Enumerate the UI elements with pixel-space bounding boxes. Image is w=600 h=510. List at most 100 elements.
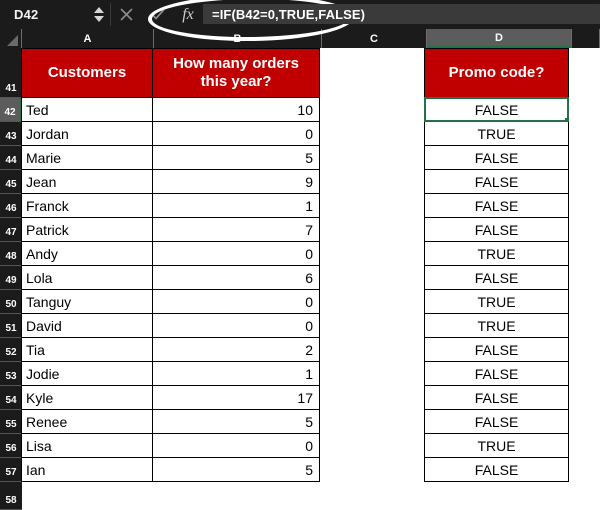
cell-b54[interactable]: 17 — [152, 385, 320, 410]
row-header-57[interactable]: 57 — [0, 458, 22, 482]
column-header-d[interactable]: D — [427, 29, 572, 48]
cell-e49[interactable] — [569, 266, 600, 290]
cell-b55[interactable]: 5 — [152, 409, 320, 434]
cell-d57[interactable]: FALSE — [424, 457, 569, 482]
cell-d44[interactable]: FALSE — [424, 145, 569, 170]
cell-e53[interactable] — [569, 362, 600, 386]
cell-c49[interactable] — [320, 266, 425, 290]
cell-b42[interactable]: 10 — [152, 97, 320, 122]
cell-b45[interactable]: 9 — [152, 169, 320, 194]
cell-b50[interactable]: 0 — [152, 289, 320, 314]
cell-b53[interactable]: 1 — [152, 361, 320, 386]
name-box[interactable]: D42 — [0, 0, 88, 29]
row-header-45[interactable]: 45 — [0, 170, 22, 194]
cell-c44[interactable] — [320, 146, 425, 170]
cell-d51[interactable]: TRUE — [424, 313, 569, 338]
cell-c47[interactable] — [320, 218, 425, 242]
cell-a44[interactable]: Marie — [21, 145, 153, 170]
cell-c55[interactable] — [320, 410, 425, 434]
row-header-55[interactable]: 55 — [0, 410, 22, 434]
row-header-41[interactable]: 41 — [0, 48, 22, 98]
cell-b48[interactable]: 0 — [152, 241, 320, 266]
cell-e50[interactable] — [569, 290, 600, 314]
column-header-b[interactable]: B — [154, 29, 322, 48]
row-header-46[interactable]: 46 — [0, 194, 22, 218]
trailing-cell-c[interactable] — [322, 482, 427, 510]
cancel-formula-button[interactable] — [111, 0, 142, 29]
column-header-a[interactable]: A — [22, 29, 154, 48]
cell-e55[interactable] — [569, 410, 600, 434]
cell-a48[interactable]: Andy — [21, 241, 153, 266]
cell-d50[interactable]: TRUE — [424, 289, 569, 314]
select-all-corner-button[interactable] — [0, 29, 22, 48]
trailing-cell-d[interactable] — [427, 482, 572, 510]
cell-a43[interactable]: Jordan — [21, 121, 153, 146]
cell-e51[interactable] — [569, 314, 600, 338]
fill-handle[interactable] — [564, 117, 567, 120]
cell-d43[interactable]: TRUE — [424, 121, 569, 146]
row-header-52[interactable]: 52 — [0, 338, 22, 362]
cell-b49[interactable]: 6 — [152, 265, 320, 290]
column-header-e[interactable] — [572, 29, 600, 48]
cell-a54[interactable]: Kyle — [21, 385, 153, 410]
cell-a50[interactable]: Tanguy — [21, 289, 153, 314]
row-header-48[interactable]: 48 — [0, 242, 22, 266]
cell-d52[interactable]: FALSE — [424, 337, 569, 362]
cell-d54[interactable]: FALSE — [424, 385, 569, 410]
cell-c48[interactable] — [320, 242, 425, 266]
cell-a49[interactable]: Lola — [21, 265, 153, 290]
insert-function-icon[interactable]: fx — [173, 0, 203, 29]
row-header-49[interactable]: 49 — [0, 266, 22, 290]
row-header-47[interactable]: 47 — [0, 218, 22, 242]
row-header-42[interactable]: 42 — [0, 98, 22, 122]
cell-a56[interactable]: Lisa — [21, 433, 153, 458]
cell-b44[interactable]: 5 — [152, 145, 320, 170]
row-header-51[interactable]: 51 — [0, 314, 22, 338]
trailing-cell-b[interactable] — [154, 482, 322, 510]
cell-c53[interactable] — [320, 362, 425, 386]
spinner-down-icon[interactable] — [94, 16, 104, 22]
cell-e54[interactable] — [569, 386, 600, 410]
row-header-56[interactable]: 56 — [0, 434, 22, 458]
cell-a52[interactable]: Tia — [21, 337, 153, 362]
cell-c46[interactable] — [320, 194, 425, 218]
cell-e56[interactable] — [569, 434, 600, 458]
cell-a46[interactable]: Franck — [21, 193, 153, 218]
cell-a45[interactable]: Jean — [21, 169, 153, 194]
cell-a47[interactable]: Patrick — [21, 217, 153, 242]
cell-e48[interactable] — [569, 242, 600, 266]
cell-e52[interactable] — [569, 338, 600, 362]
cell-c45[interactable] — [320, 170, 425, 194]
cell-c42[interactable] — [320, 98, 425, 122]
trailing-cell-e[interactable] — [572, 482, 600, 510]
cell-d46[interactable]: FALSE — [424, 193, 569, 218]
cell-e43[interactable] — [569, 122, 600, 146]
cell-d48[interactable]: TRUE — [424, 241, 569, 266]
cell-d55[interactable]: FALSE — [424, 409, 569, 434]
formula-input[interactable]: =IF(B42=0,TRUE,FALSE) — [203, 4, 600, 24]
cell-b56[interactable]: 0 — [152, 433, 320, 458]
cell-b52[interactable]: 2 — [152, 337, 320, 362]
cell-d56[interactable]: TRUE — [424, 433, 569, 458]
cell-c43[interactable] — [320, 122, 425, 146]
spinner-up-icon[interactable] — [94, 7, 104, 13]
name-box-spinner[interactable] — [88, 0, 110, 29]
cell-a42[interactable]: Ted — [21, 97, 153, 122]
row-header-44[interactable]: 44 — [0, 146, 22, 170]
cell-e44[interactable] — [569, 146, 600, 170]
row-header-43[interactable]: 43 — [0, 122, 22, 146]
cell-c57[interactable] — [320, 458, 425, 482]
cell-b43[interactable]: 0 — [152, 121, 320, 146]
cell-d53[interactable]: FALSE — [424, 361, 569, 386]
row-header-58[interactable]: 58 — [0, 482, 22, 510]
cell-b47[interactable]: 7 — [152, 217, 320, 242]
cell-d47[interactable]: FALSE — [424, 217, 569, 242]
column-header-c[interactable]: C — [322, 29, 427, 48]
cell-e47[interactable] — [569, 218, 600, 242]
row-header-54[interactable]: 54 — [0, 386, 22, 410]
cell-c50[interactable] — [320, 290, 425, 314]
cell-c51[interactable] — [320, 314, 425, 338]
cell-e57[interactable] — [569, 458, 600, 482]
cell-a55[interactable]: Renee — [21, 409, 153, 434]
cell-d45[interactable]: FALSE — [424, 169, 569, 194]
